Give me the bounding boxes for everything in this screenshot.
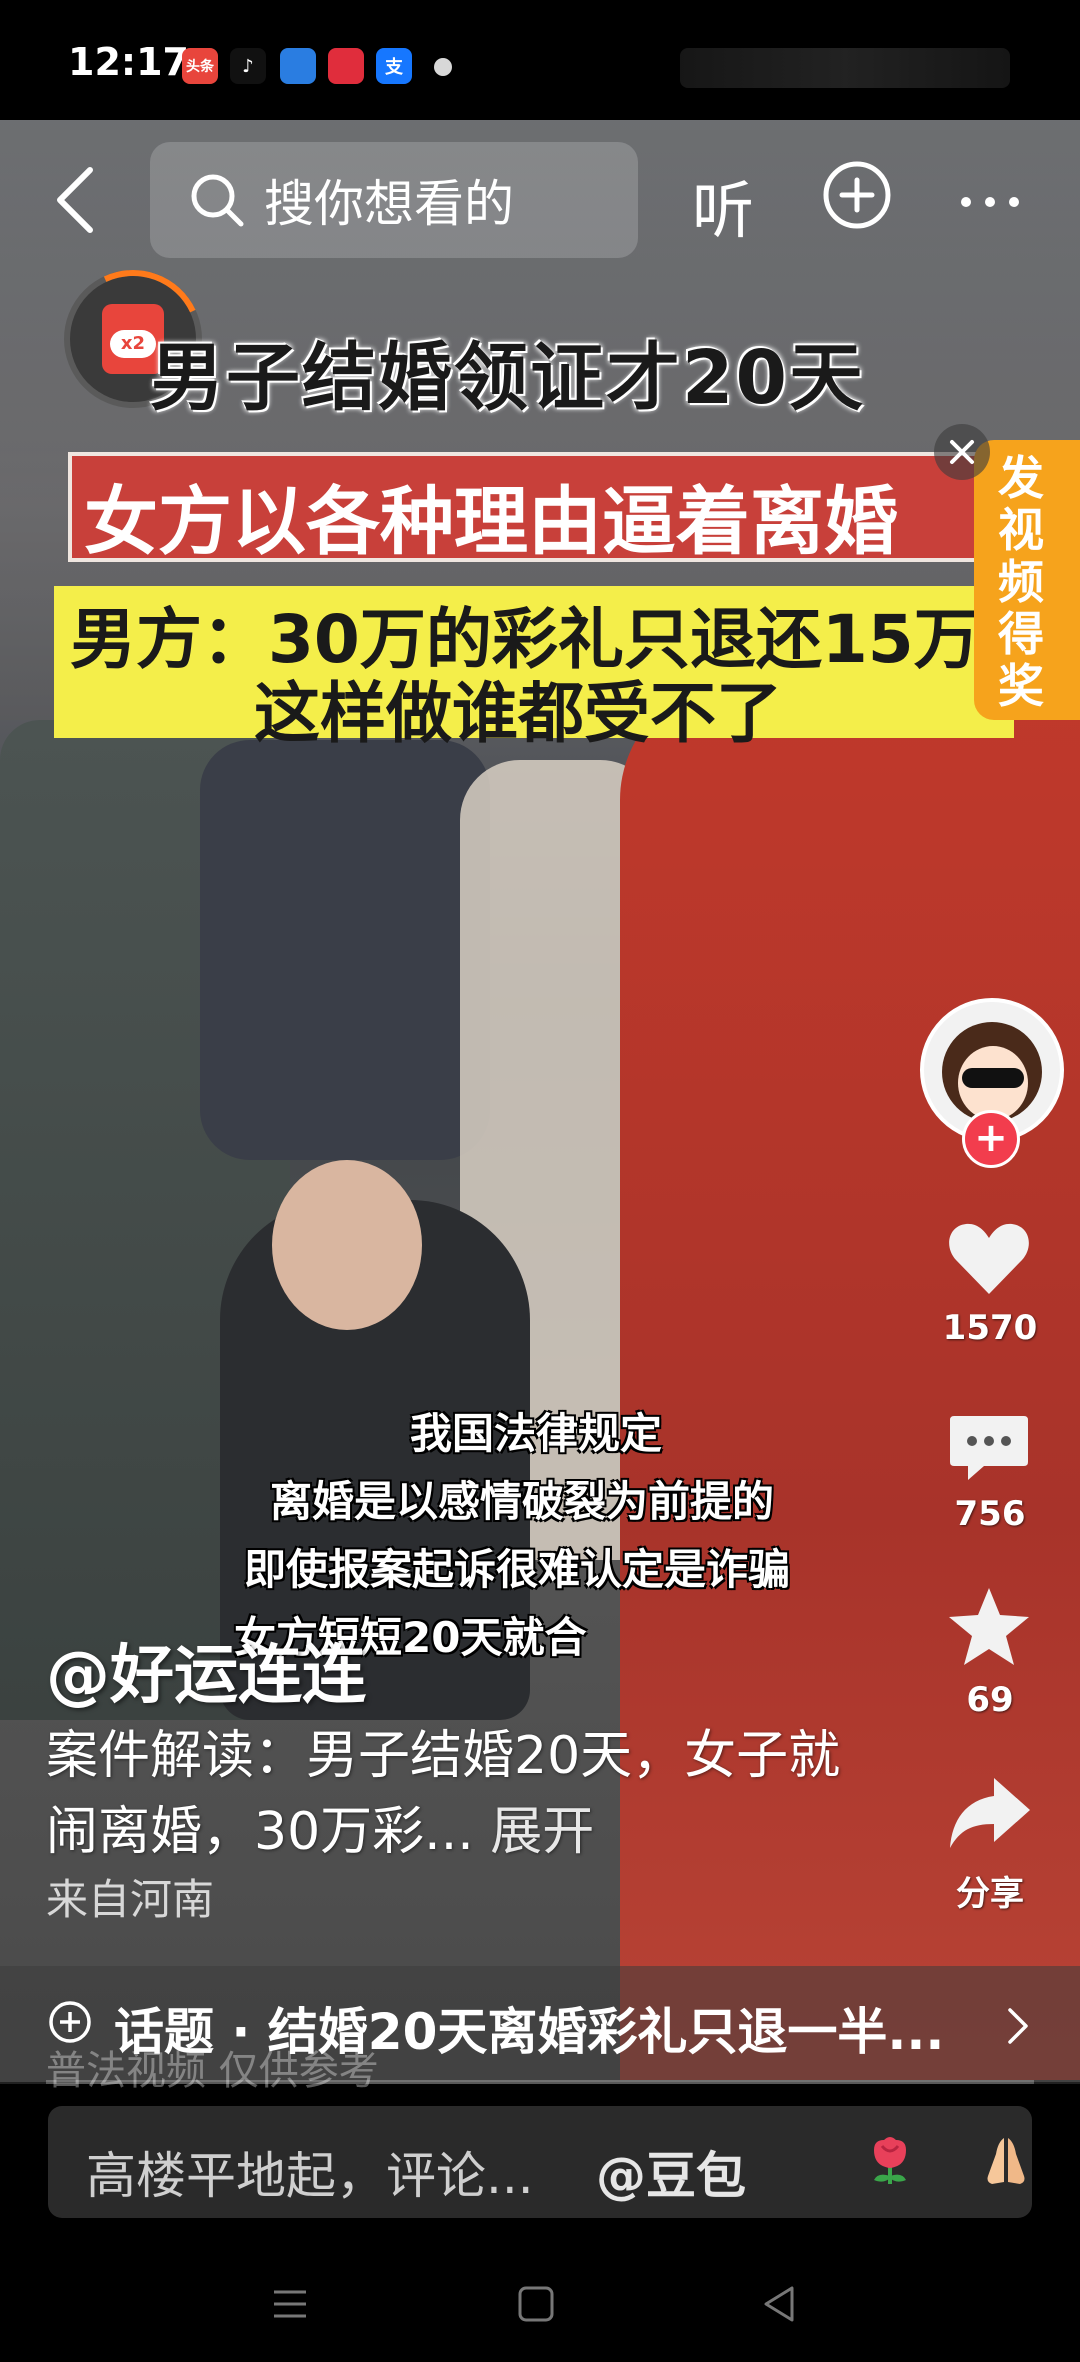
notification-dot: [434, 58, 452, 76]
video-caption-line1: 男子结婚领证才20天: [150, 335, 865, 421]
video-figure-child-face: [272, 1160, 422, 1330]
video-figure-back: [200, 740, 490, 1160]
more-options-button[interactable]: [960, 196, 1020, 208]
tiktok-icon: ♪: [230, 48, 266, 84]
video-caption-line2: 女方以各种理由逼着离婚: [84, 479, 898, 565]
search-icon: [191, 174, 244, 227]
comment-count: 756: [954, 1494, 1026, 1534]
home-square-icon[interactable]: [514, 2282, 558, 2326]
heart-app-icon: [328, 48, 364, 84]
post-description-text: 案件解读：男子结婚20天，女子就闹离婚，30万彩...: [46, 1726, 841, 1862]
browser-icon: [280, 48, 316, 84]
add-circle-button[interactable]: [822, 160, 892, 230]
subtitle-line: 离婚是以感情破裂为前提的: [270, 1477, 775, 1526]
video-watermark: 普法视频 仅供参考: [46, 2048, 379, 2094]
comment-icon[interactable]: [944, 1402, 1034, 1492]
follow-button[interactable]: +: [962, 1110, 1020, 1168]
status-bar: 12:17 头条 ♪ 支: [0, 0, 1080, 120]
video-caption-line2-box: 女方以各种理由逼着离婚: [68, 452, 996, 565]
video-caption-line3-box: 男方：30万的彩礼只退还15万 这样做谁都受不了: [54, 586, 1014, 752]
menu-icon[interactable]: [268, 2282, 312, 2326]
post-description[interactable]: 案件解读：男子结婚20天，女子就闹离婚，30万彩... 展开: [46, 1718, 846, 1870]
like-count: 1570: [942, 1308, 1038, 1348]
back-button[interactable]: [48, 160, 108, 240]
toutiao-icon: 头条: [182, 48, 218, 84]
video-progress-bar[interactable]: [46, 2080, 1034, 2084]
favorite-star-icon[interactable]: [944, 1582, 1034, 1672]
author-name[interactable]: @好运连连: [46, 1624, 366, 1716]
post-video-reward-tag[interactable]: 发视频得奖: [974, 440, 1080, 720]
search-box[interactable]: 搜你想看的: [150, 142, 638, 258]
system-nav-bar: [0, 2240, 1080, 2362]
close-icon[interactable]: [934, 424, 990, 480]
comment-input[interactable]: 高楼平地起，评论... @豆包: [48, 2106, 1032, 2218]
mention-doubao[interactable]: @豆包: [596, 2136, 746, 2208]
share-arrow-icon[interactable]: [944, 1768, 1034, 1858]
chevron-right-icon: [1008, 2008, 1028, 2044]
expand-link[interactable]: 展开: [490, 1802, 594, 1862]
video-caption-line3b: 这样做谁都受不了: [254, 675, 782, 752]
back-triangle-icon[interactable]: [758, 2282, 802, 2326]
search-placeholder: 搜你想看的: [264, 175, 514, 233]
pray-hands-emoji-icon[interactable]: [976, 2132, 1036, 2192]
favorite-count: 69: [966, 1680, 1014, 1720]
listen-button[interactable]: 听: [692, 160, 754, 250]
post-location: 来自河南: [46, 1875, 215, 1924]
subtitle-line: 我国法律规定: [410, 1409, 663, 1458]
rose-emoji-icon[interactable]: [860, 2132, 920, 2192]
status-time: 12:17: [68, 40, 189, 84]
alipay-icon: 支: [376, 48, 412, 84]
subtitle-line: 即使报案起诉很难认定是诈骗: [244, 1545, 791, 1594]
promo-label: 发视频得奖: [998, 451, 1044, 713]
comment-placeholder: 高楼平地起，评论...: [86, 2147, 534, 2205]
like-heart-icon[interactable]: [944, 1214, 1034, 1304]
share-label: 分享: [956, 1874, 1024, 1914]
status-icons-area: [680, 48, 1010, 88]
